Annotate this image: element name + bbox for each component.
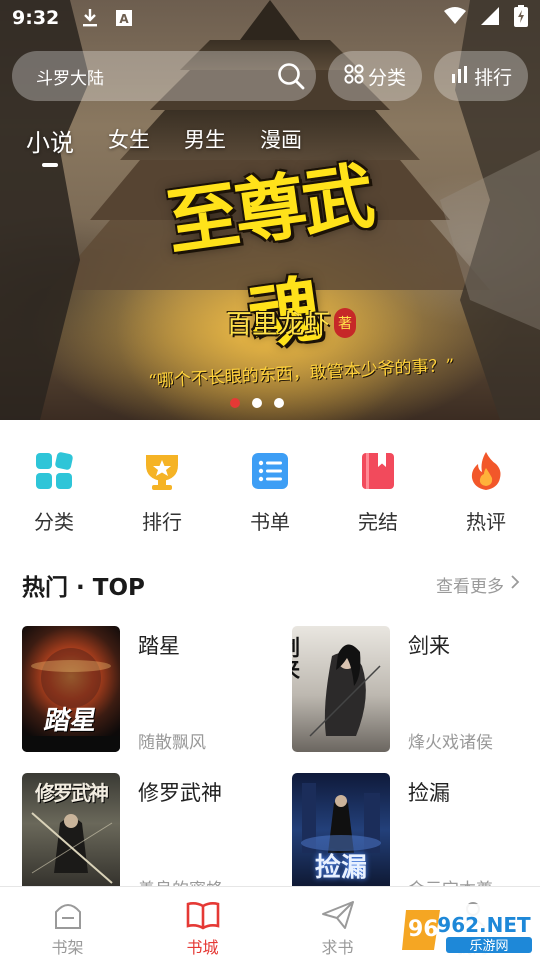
- bookshelf-icon: [51, 899, 85, 931]
- bar-chart-icon: [450, 64, 470, 89]
- see-more-link[interactable]: 查看更多: [436, 572, 520, 597]
- tab-novel[interactable]: 小说: [26, 123, 74, 167]
- book-author: 随散飘风: [138, 733, 206, 753]
- flame-icon: [461, 446, 511, 496]
- quick-nav-ranking[interactable]: 排行: [108, 446, 216, 535]
- tab-male[interactable]: 男生: [184, 124, 226, 159]
- quick-nav-label: 完结: [358, 510, 398, 534]
- trophy-icon: [137, 446, 187, 496]
- carousel-dot[interactable]: [230, 398, 240, 408]
- book-author: 烽火戏诸侯: [408, 733, 493, 753]
- quick-nav-label: 分类: [34, 510, 74, 534]
- cover-title: 剑来: [292, 636, 300, 680]
- tab-comic[interactable]: 漫画: [260, 124, 302, 159]
- quick-nav-label: 书单: [250, 510, 290, 534]
- status-bar: 9:32 A: [0, 0, 540, 36]
- quick-nav-booklist[interactable]: 书单: [216, 446, 324, 535]
- nav-bookstore[interactable]: 书城: [135, 887, 270, 960]
- book-card[interactable]: 剑来 剑来 烽火戏诸侯: [292, 626, 540, 753]
- ranking-button-label: 排行: [473, 66, 512, 89]
- battery-icon: [514, 5, 528, 31]
- book-card[interactable]: 踏星 踏星 随散飘风: [22, 626, 272, 753]
- book-card[interactable]: 修罗武神 修罗武神 善良的蜜蜂: [22, 773, 272, 900]
- nav-label: 书架: [51, 938, 84, 957]
- list-icon: [245, 446, 295, 496]
- svg-text:A: A: [120, 12, 130, 26]
- quick-nav-category[interactable]: 分类: [0, 446, 108, 535]
- author-seal: 著: [334, 307, 357, 338]
- carousel-dot[interactable]: [252, 398, 262, 408]
- cover-title: 修罗武神: [35, 781, 109, 805]
- signal-icon: [480, 6, 500, 30]
- book-card[interactable]: 捡漏 捡漏 金元宝本尊: [292, 773, 540, 900]
- banner-author: 百里龙虾 著: [226, 304, 357, 341]
- quick-nav-finished[interactable]: 完结: [324, 446, 432, 535]
- search-bar[interactable]: [12, 51, 316, 101]
- book-cover[interactable]: 剑来: [292, 626, 390, 752]
- search-input[interactable]: [36, 66, 266, 86]
- download-icon: [79, 7, 101, 29]
- quick-nav-label: 排行: [142, 510, 182, 534]
- cover-title: 踏星: [41, 706, 100, 736]
- search-icon[interactable]: [266, 51, 316, 101]
- site-watermark: 962 962.NET 乐游网: [400, 904, 536, 956]
- carousel-indicator: [230, 398, 284, 408]
- nav-bookshelf[interactable]: 书架: [0, 887, 135, 960]
- tab-female[interactable]: 女生: [108, 124, 150, 159]
- see-more-label: 查看更多: [436, 577, 504, 597]
- bookmark-book-icon: [353, 446, 403, 496]
- grid-icon: [344, 63, 364, 89]
- book-cover[interactable]: 捡漏: [292, 773, 390, 899]
- cover-title: 捡漏: [314, 853, 367, 883]
- quick-nav-label: 热评: [466, 510, 506, 534]
- nav-label: 求书: [321, 938, 354, 957]
- carousel-dot[interactable]: [274, 398, 284, 408]
- chevron-right-icon: [510, 574, 520, 595]
- book-cover[interactable]: 踏星: [22, 626, 120, 752]
- banner-author-name: 百里龙虾: [226, 310, 331, 340]
- category-tabs: 小说 女生 男生 漫画: [26, 123, 302, 167]
- section-title: 热门 · TOP: [22, 575, 145, 601]
- status-time: 9:32: [12, 7, 60, 29]
- category-button[interactable]: 分类: [328, 51, 422, 101]
- wifi-icon: [444, 7, 466, 29]
- nav-label: 书城: [186, 938, 219, 957]
- book-title: 剑来: [408, 634, 450, 658]
- category-button-label: 分类: [367, 66, 406, 89]
- book-title: 修罗武神: [138, 781, 222, 805]
- book-title: 捡漏: [408, 781, 450, 805]
- watermark-text: 962.NET: [437, 913, 531, 937]
- grid-icon: [29, 446, 79, 496]
- quick-nav: 分类 排行 书单 完结 热评: [0, 446, 540, 535]
- open-book-icon: [186, 899, 220, 931]
- quick-nav-hot-comments[interactable]: 热评: [432, 446, 540, 535]
- book-title: 踏星: [138, 634, 180, 658]
- watermark-subtext: 乐游网: [469, 939, 508, 954]
- book-cover[interactable]: 修罗武神: [22, 773, 120, 899]
- paper-plane-icon: [321, 899, 355, 931]
- a-icon: A: [113, 7, 135, 29]
- nav-request-book[interactable]: 求书: [270, 887, 405, 960]
- ranking-button[interactable]: 排行: [434, 51, 528, 101]
